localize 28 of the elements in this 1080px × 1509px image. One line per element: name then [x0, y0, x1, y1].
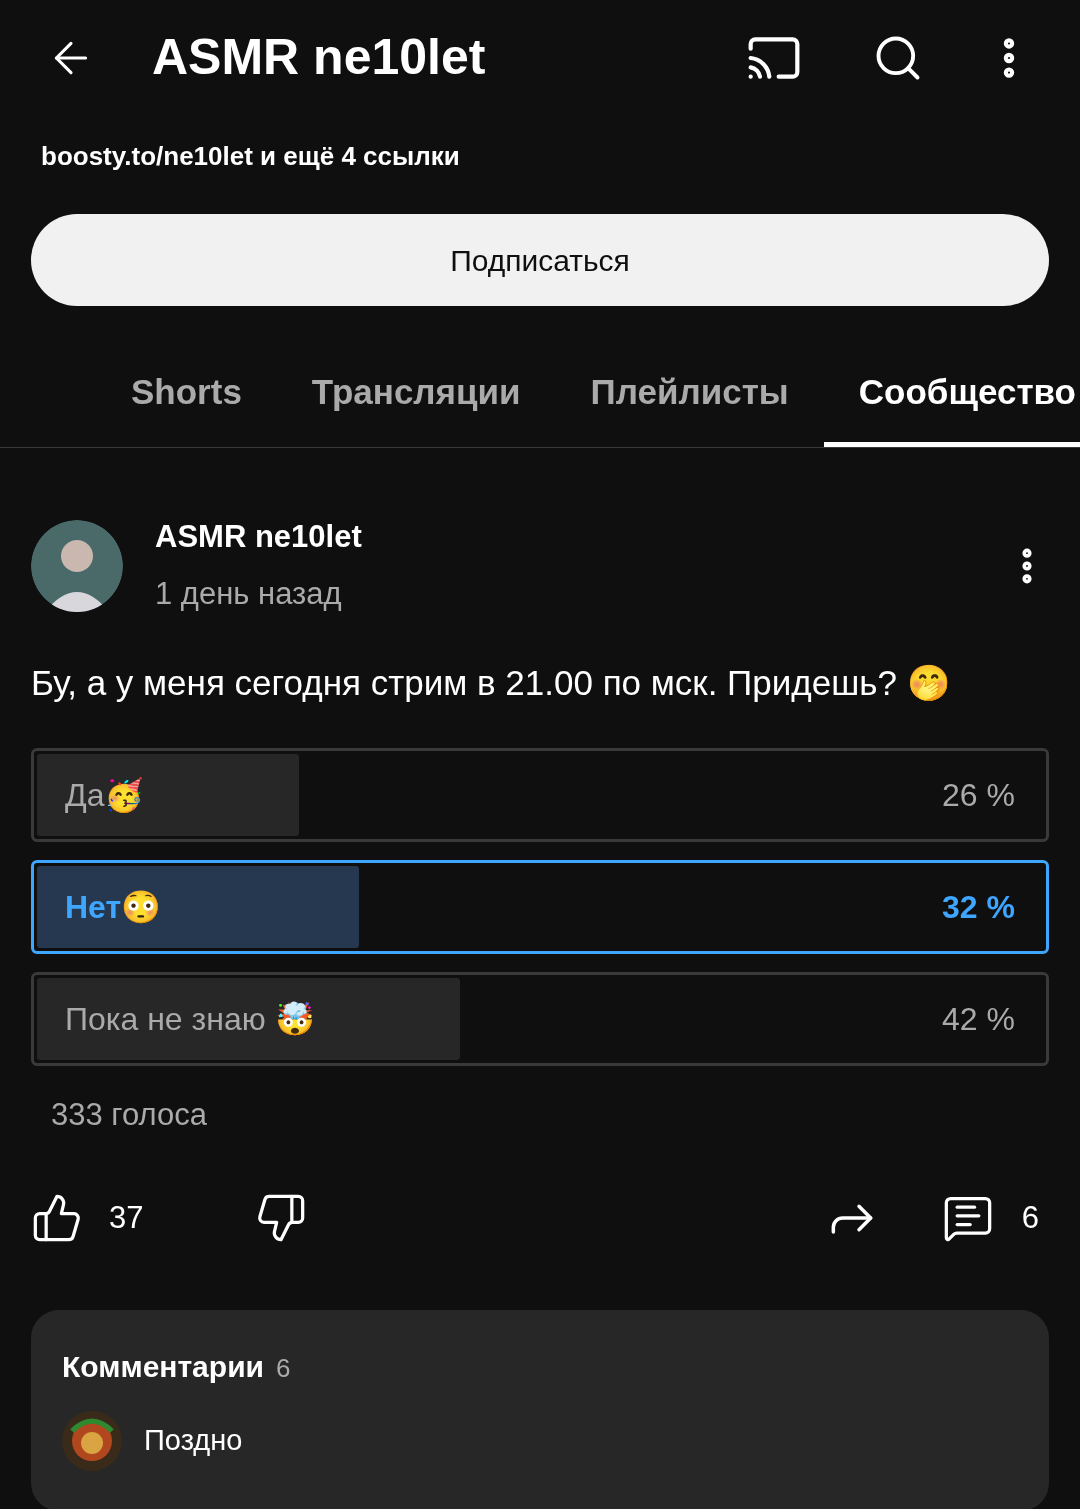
comments-title: Комментарии [62, 1349, 265, 1385]
option-label: Да🥳 [65, 775, 145, 815]
vote-count: 333 голоса [51, 1096, 207, 1132]
tab[interactable]: Shorts [96, 342, 277, 447]
option-percent: 42 % [942, 999, 1015, 1039]
channel-title: ASMR ne10let [152, 28, 487, 87]
post-text: Бу, а у меня сегодня стрим в 21.00 по мск. Придешь? 🤭 [31, 662, 952, 704]
comment-text: Поздно [144, 1423, 243, 1459]
author-name: ASMR ne10let [155, 518, 363, 556]
channel-links[interactable]: boosty.to/ne10let и ещё 4 ссылки [41, 141, 460, 171]
like-count: 37 [109, 1198, 144, 1237]
option-percent: 26 % [942, 775, 1015, 815]
option-percent: 32 % [942, 887, 1015, 927]
poll-option[interactable]: Нет😳 32 % [31, 859, 1049, 954]
option-label: Пока не знаю 🤯 [65, 999, 315, 1039]
option-label: Нет😳 [65, 887, 162, 927]
tab[interactable]: Плейлисты [555, 342, 824, 447]
tab[interactable]: Сообщество [823, 342, 1080, 447]
poll-option[interactable]: Пока не знаю 🤯 42 % [31, 971, 1049, 1066]
post-time: 1 день назад [155, 574, 343, 613]
poll-option[interactable]: Да🥳 26 % [31, 747, 1049, 842]
commenter-avatar [62, 1411, 122, 1471]
comment-count: 6 [1021, 1198, 1039, 1237]
like-icon[interactable] [31, 1192, 83, 1244]
tab[interactable]: Трансляции [276, 342, 556, 447]
comments-card[interactable]: Комментарии 6 Поздно [31, 1310, 1049, 1509]
comments-count: 6 [276, 1352, 291, 1385]
subscribe-button[interactable]: Подписаться [31, 214, 1049, 306]
